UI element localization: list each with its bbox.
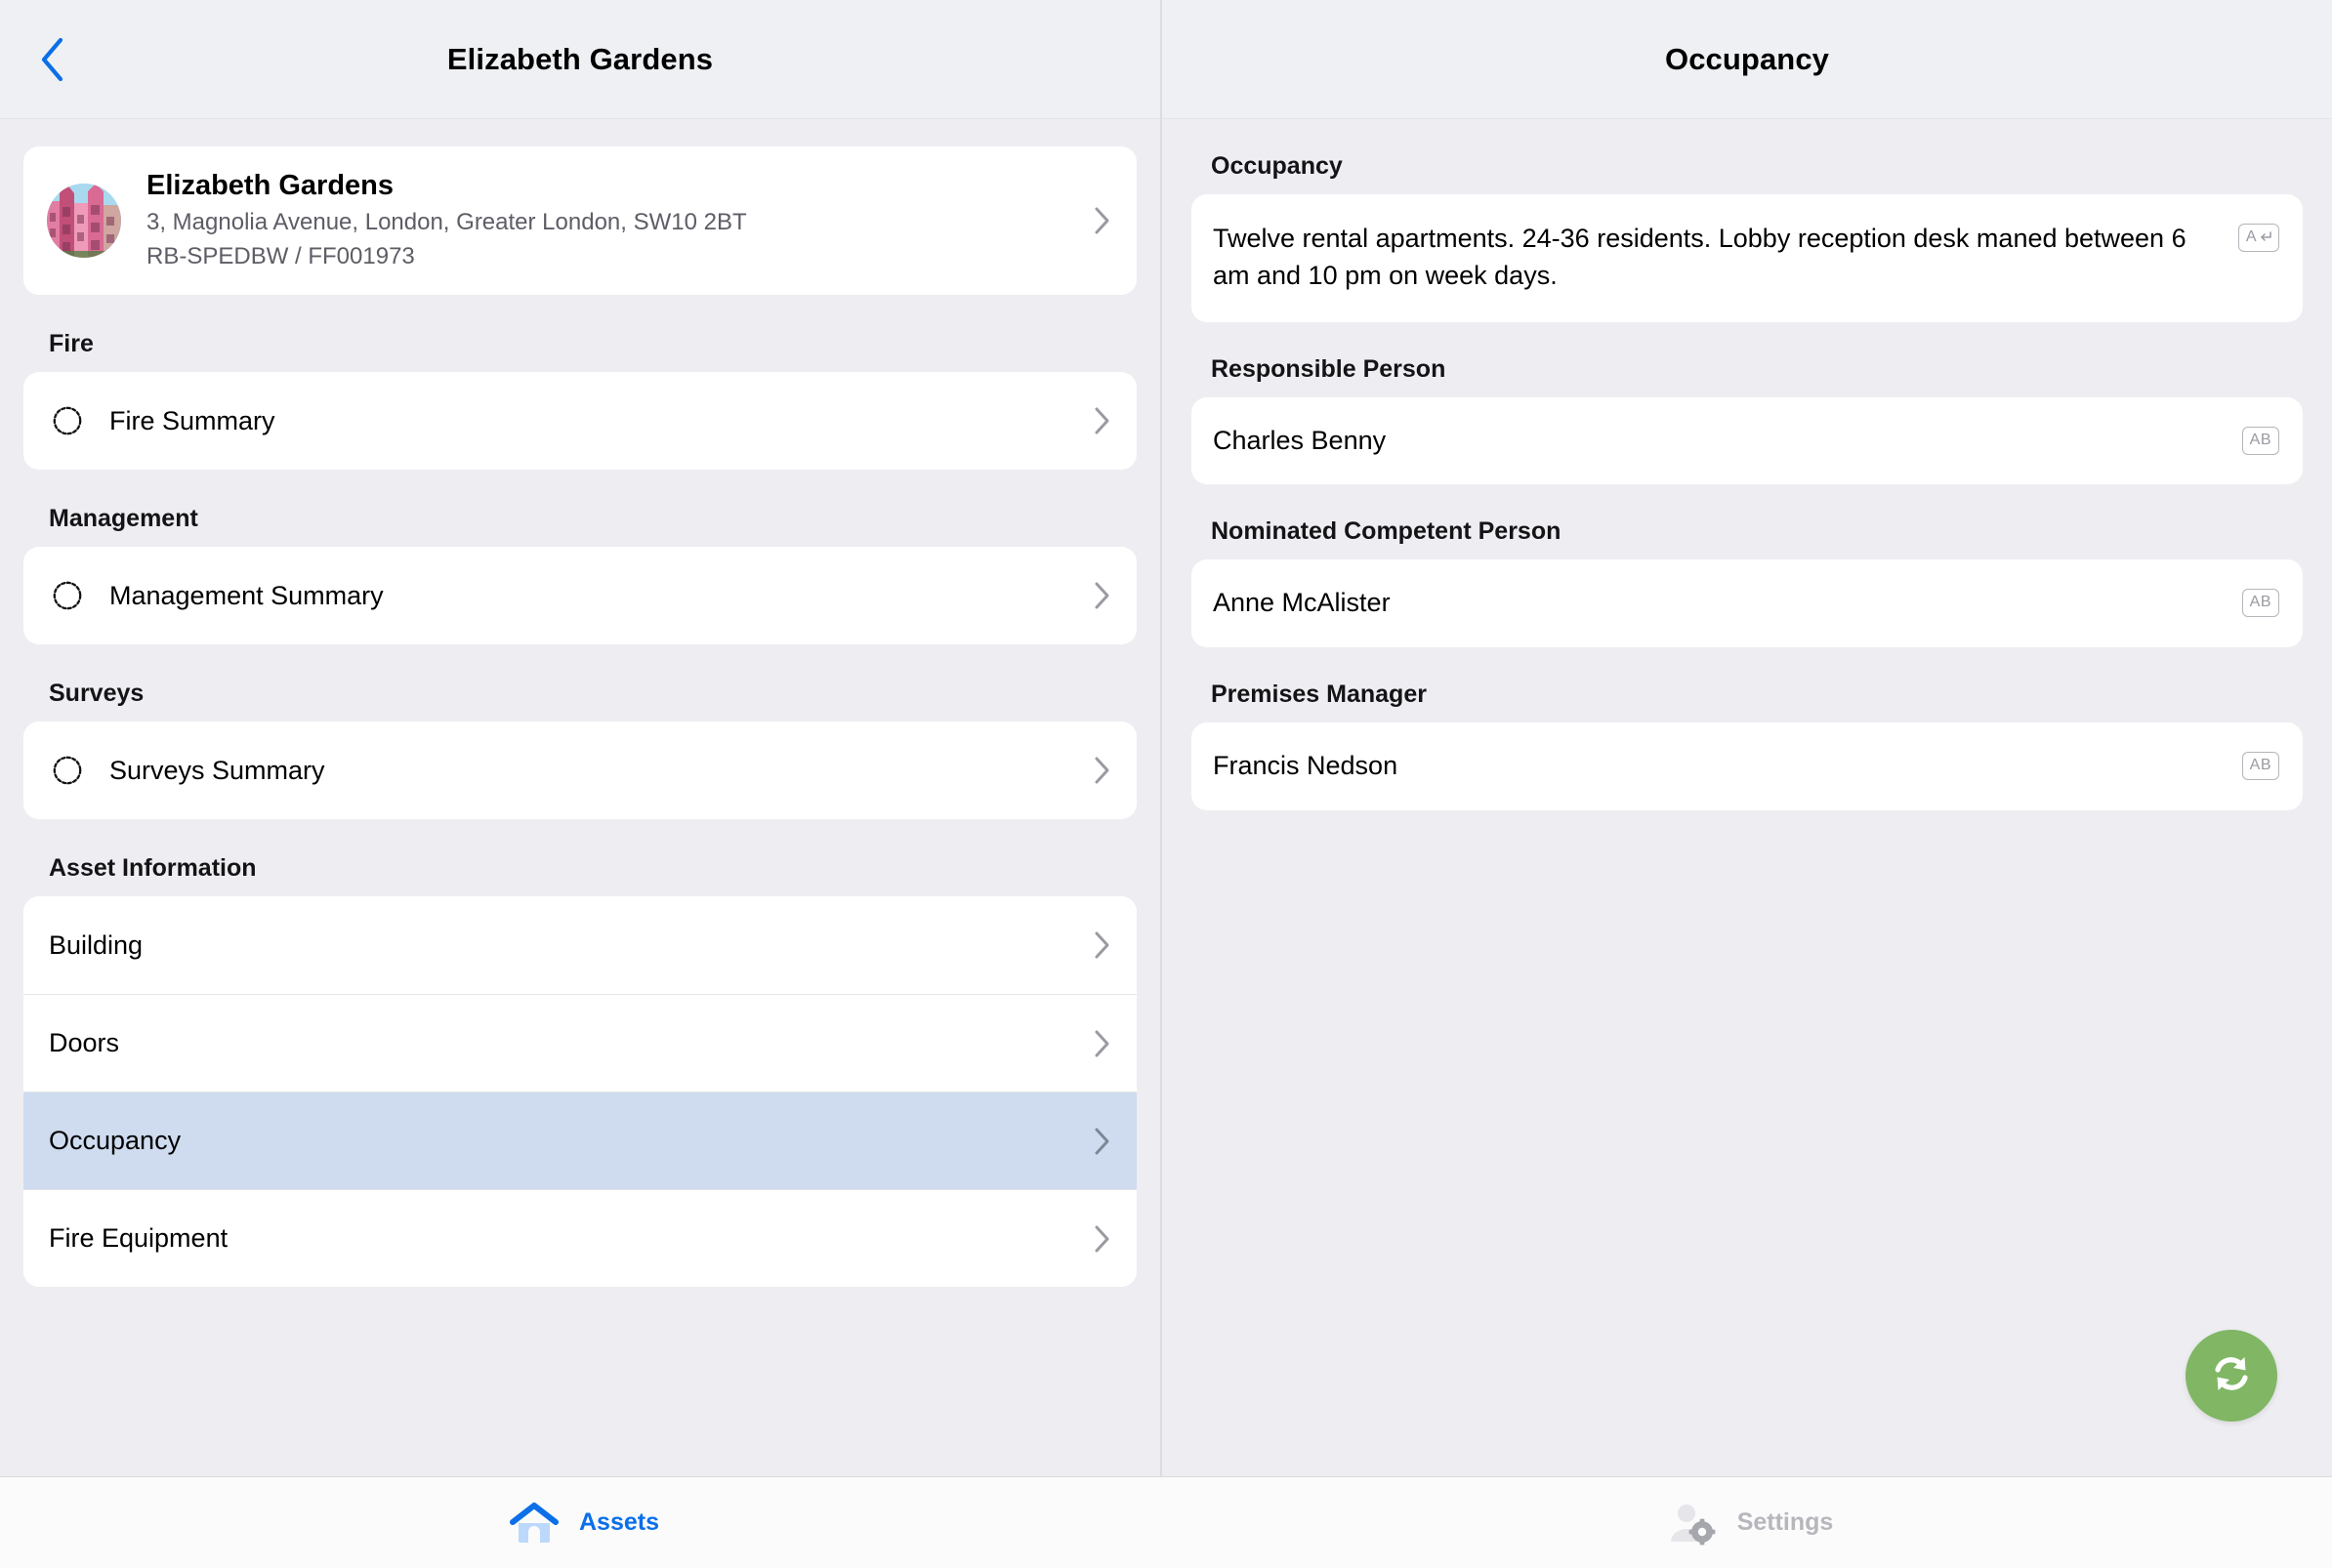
sidebar-item-occupancy[interactable]: Occupancy [23, 1092, 1137, 1189]
field-value: Anne McAlister [1213, 588, 1391, 618]
chevron-right-icon [1090, 403, 1115, 438]
home-icon [507, 1496, 562, 1550]
sidebar-item-label: Building [49, 929, 144, 960]
right-nav-title: Occupancy [1664, 41, 1830, 76]
sync-button[interactable] [2186, 1330, 2277, 1422]
field-label-nominated-competent-person: Nominated Competent Person [1211, 517, 1562, 546]
scalloped-circle-icon [49, 402, 86, 439]
section-heading-management: Management [49, 505, 198, 532]
sidebar-item-label: Management Summary [109, 580, 384, 610]
tab-label: Settings [1736, 1508, 1834, 1536]
asset-reference: RB-SPEDBW / FF001973 [146, 243, 415, 270]
left-detail-pane: Elizabeth Gardens Elizabeth Gardens 3, M… [0, 0, 1162, 1476]
sidebar-item-management-summary[interactable]: Management Summary [23, 547, 1137, 644]
refresh-sync-icon [2206, 1348, 2257, 1404]
sidebar-item-surveys-summary[interactable]: Surveys Summary [23, 722, 1137, 819]
field-value: Charles Benny [1213, 425, 1387, 455]
multiline-text-badge: A [2237, 224, 2279, 252]
left-nav-title: Elizabeth Gardens [446, 41, 714, 76]
field-premises-manager[interactable]: Francis Nedson AB [1191, 722, 2303, 810]
text-badge: AB [2241, 752, 2279, 781]
field-responsible-person[interactable]: Charles Benny AB [1191, 396, 2303, 485]
field-label-responsible-person: Responsible Person [1211, 354, 1446, 383]
sidebar-item-label: Fire Summary [109, 405, 275, 435]
asset-summary-card[interactable]: Elizabeth Gardens 3, Magnolia Avenue, Lo… [23, 146, 1137, 295]
section-group-fire: Fire Summary [23, 372, 1137, 470]
back-button[interactable] [29, 29, 74, 90]
sidebar-item-fire-summary[interactable]: Fire Summary [23, 372, 1137, 470]
scalloped-circle-icon [49, 577, 86, 614]
text-badge: AB [2241, 426, 2279, 455]
user-gear-icon [1665, 1496, 1720, 1550]
chevron-right-icon [1090, 1026, 1115, 1061]
section-heading-asset-information: Asset Information [49, 854, 257, 882]
tab-label: Assets [579, 1508, 659, 1536]
asset-summary-text: Elizabeth Gardens 3, Magnolia Avenue, Lo… [146, 168, 1074, 272]
field-label-occupancy: Occupancy [1211, 152, 1343, 180]
asset-name: Elizabeth Gardens [146, 170, 395, 202]
chevron-right-icon [1090, 1124, 1115, 1159]
sidebar-item-label: Surveys Summary [109, 755, 325, 785]
return-arrow-icon [2261, 231, 2271, 241]
asset-address: 3, Magnolia Avenue, London, Greater Lond… [146, 208, 747, 235]
right-scroll-area[interactable]: Occupancy Twelve rental apartments. 24-3… [1162, 119, 2332, 1476]
sidebar-item-building[interactable]: Building [23, 896, 1137, 994]
chevron-right-icon [1090, 578, 1115, 613]
bottom-tab-bar: Assets Settings [0, 1476, 2332, 1568]
section-group-asset-information: Building Doors Occupancy Fire Equipment [23, 896, 1137, 1287]
section-group-management: Management Summary [23, 547, 1137, 644]
split-view: Elizabeth Gardens Elizabeth Gardens 3, M… [0, 0, 2332, 1476]
app-root: Elizabeth Gardens Elizabeth Gardens 3, M… [0, 0, 2332, 1568]
chevron-right-icon [1090, 1221, 1115, 1257]
left-nav-bar: Elizabeth Gardens [0, 0, 1160, 119]
text-badge-label: AB [2249, 431, 2271, 448]
tab-assets[interactable]: Assets [0, 1477, 1166, 1568]
text-badge-label: AB [2249, 594, 2271, 611]
text-badge-label: AB [2249, 757, 2271, 774]
sidebar-item-label: Doors [49, 1028, 120, 1057]
chevron-right-icon [1090, 203, 1115, 238]
scalloped-circle-icon [49, 752, 86, 789]
field-occupancy[interactable]: Twelve rental apartments. 24-36 resident… [1191, 194, 2303, 322]
tab-settings[interactable]: Settings [1166, 1477, 2332, 1568]
section-group-surveys: Surveys Summary [23, 722, 1137, 819]
sidebar-item-fire-equipment[interactable]: Fire Equipment [23, 1189, 1137, 1287]
left-scroll-area[interactable]: Elizabeth Gardens 3, Magnolia Avenue, Lo… [0, 119, 1160, 1476]
sidebar-item-label: Fire Equipment [49, 1223, 229, 1253]
sidebar-item-label: Occupancy [49, 1126, 182, 1155]
sidebar-item-doors[interactable]: Doors [23, 994, 1137, 1092]
field-nominated-competent-person[interactable]: Anne McAlister AB [1191, 559, 2303, 648]
text-badge: AB [2241, 589, 2279, 618]
field-label-premises-manager: Premises Manager [1211, 681, 1427, 709]
chevron-right-icon [1090, 928, 1115, 963]
right-detail-pane: Occupancy Occupancy Twelve rental apartm… [1162, 0, 2332, 1476]
building-photo-thumbnail [47, 184, 121, 258]
field-value: Francis Nedson [1213, 751, 1398, 781]
section-heading-surveys: Surveys [49, 680, 145, 707]
chevron-left-icon [39, 37, 64, 82]
right-nav-bar: Occupancy [1162, 0, 2332, 119]
chevron-right-icon [1090, 753, 1115, 788]
field-value: Twelve rental apartments. 24-36 resident… [1213, 224, 2186, 291]
multiline-text-badge-label: A [2245, 228, 2257, 245]
section-heading-fire: Fire [49, 330, 94, 357]
